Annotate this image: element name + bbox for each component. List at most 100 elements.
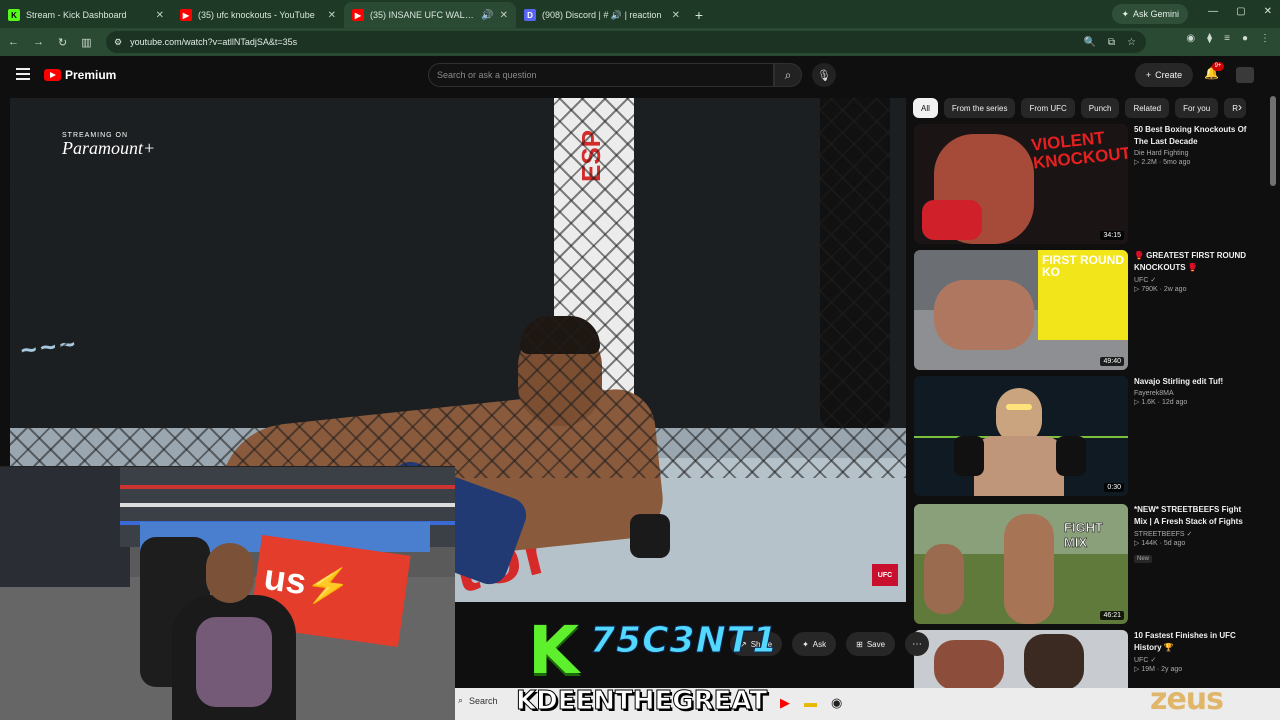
create-label: Create — [1155, 70, 1183, 80]
maximize-icon[interactable]: ▢ — [1236, 6, 1245, 17]
screen: K Stream - Kick Dashboard ✕ ▶ (35) ufc k… — [0, 0, 1280, 720]
chip-more[interactable]: R — [1224, 98, 1246, 118]
fighter-glove — [630, 514, 670, 558]
avatar[interactable] — [1236, 67, 1254, 83]
list-item[interactable]: 0:30 Navajo Stirling edit Tuf! Fayerek8M… — [914, 376, 1264, 496]
minimize-icon[interactable]: — — [1208, 6, 1218, 17]
chevron-right-icon[interactable]: › — [1238, 100, 1242, 114]
video-info: 10 Fastest Finishes in UFC History 🏆 UFC… — [1134, 630, 1252, 673]
gemini-icon: ✦ — [1121, 8, 1129, 19]
video-title[interactable]: 🥊 GREATEST FIRST ROUND KNOCKOUTS 🥊 — [1134, 250, 1252, 274]
obs-icon[interactable]: ◉ — [831, 695, 842, 711]
video-title[interactable]: 10 Fastest Finishes in UFC History 🏆 — [1134, 630, 1252, 654]
channel-name[interactable]: STREETBEEFS ✓ — [1134, 530, 1252, 538]
cam-wall-panel — [0, 467, 130, 587]
cam-shirt-graphic — [196, 617, 272, 707]
taskbar-apps: ▶ ▬ ◉ — [780, 695, 842, 711]
sponsor-watermark: zeus — [1150, 682, 1224, 717]
thumbnail-caption: VIOLENT KNOCKOUTS — [1030, 128, 1128, 173]
profile-icon[interactable]: ● — [1242, 33, 1248, 44]
video-thumbnail[interactable]: FIGHT MIX 46:21 — [914, 504, 1128, 624]
youtube-app-icon[interactable]: ▶ — [780, 695, 790, 711]
tab-youtube-video[interactable]: ▶ (35) INSANE UFC WALK OF 🔊 ✕ — [344, 2, 516, 28]
puzzle-icon[interactable]: ⧫ — [1207, 33, 1212, 44]
install-icon[interactable]: ⧉ — [1108, 37, 1115, 48]
create-button[interactable]: + Create — [1135, 63, 1193, 87]
back-icon[interactable]: ← — [8, 36, 19, 48]
save-button[interactable]: ⊞ Save — [846, 632, 896, 656]
video-title[interactable]: *NEW* STREETBEEFS Fight Mix | A Fresh St… — [1134, 504, 1252, 528]
video-title[interactable]: 50 Best Boxing Knockouts Of The Last Dec… — [1134, 124, 1252, 148]
ask-gemini-button[interactable]: ✦ Ask Gemini — [1112, 4, 1188, 24]
sidebar-icon[interactable]: ▥ — [81, 36, 91, 49]
menu-icon[interactable] — [16, 68, 30, 80]
new-tab-button[interactable]: + — [688, 4, 710, 26]
video-meta: ▷ 144K · 5d ago — [1134, 540, 1186, 547]
taskbar-search[interactable]: ⌕ Search — [458, 695, 498, 706]
extensions-area: ◉ ⧫ ≡ ● ⋮ — [1186, 33, 1270, 44]
video-title[interactable]: Navajo Stirling edit Tuf! — [1134, 376, 1252, 388]
tab-title: (908) Discord | # 🔊 | reaction — [542, 9, 662, 20]
ufc-corner-badge: UFC — [872, 564, 898, 586]
video-thumbnail[interactable]: VIOLENT KNOCKOUTS 34:15 — [914, 124, 1128, 244]
folder-icon[interactable]: ▬ — [804, 695, 817, 711]
ask-gemini-label: Ask Gemini — [1132, 9, 1179, 19]
tab-youtube-search[interactable]: ▶ (35) ufc knockouts - YouTube ✕ — [172, 2, 344, 28]
chip-related[interactable]: Related — [1125, 98, 1170, 118]
list-item[interactable]: FIRST ROUND KO 49:40 🥊 GREATEST FIRST RO… — [914, 250, 1264, 370]
youtube-icon: ▶ — [180, 9, 192, 21]
webcam-overlay: us⚡ — [0, 466, 455, 720]
chip-from-ufc[interactable]: From UFC — [1021, 98, 1075, 118]
chip-for-you[interactable]: For you — [1175, 98, 1219, 118]
window-controls: — ▢ ✕ — [1208, 6, 1272, 17]
youtube-logo[interactable]: Premium — [44, 68, 116, 82]
list-item[interactable]: VIOLENT KNOCKOUTS 34:15 50 Best Boxing K… — [914, 124, 1264, 244]
close-window-icon[interactable]: ✕ — [1264, 6, 1272, 17]
close-tab-icon[interactable]: ✕ — [672, 10, 680, 21]
thumbnail-glove — [954, 436, 984, 476]
more-options-icon[interactable]: ⋯ — [905, 632, 930, 656]
cam-streamer-head — [206, 543, 254, 603]
close-tab-icon[interactable]: ✕ — [156, 10, 164, 21]
plus-icon: + — [1145, 70, 1152, 80]
browser-tab-strip: K Stream - Kick Dashboard ✕ ▶ (35) ufc k… — [0, 0, 1280, 28]
channel-name[interactable]: UFC ✓ — [1134, 276, 1252, 284]
chip-punch[interactable]: Punch — [1080, 98, 1120, 118]
channel-name[interactable]: Fayerek8MA — [1134, 390, 1252, 397]
extension-icon[interactable]: ◉ — [1186, 33, 1195, 44]
search-input[interactable]: Search or ask a question — [428, 63, 774, 87]
notification-badge: 9+ — [1212, 62, 1224, 71]
video-thumbnail[interactable]: 0:30 — [914, 376, 1128, 496]
tab-discord[interactable]: D (908) Discord | # 🔊 | reaction ✕ — [516, 2, 688, 28]
thumbnail-caption: FIRST ROUND KO — [1042, 253, 1124, 279]
new-badge: New — [1134, 555, 1153, 563]
close-tab-icon[interactable]: ✕ — [328, 10, 336, 21]
chip-from-the-series[interactable]: From the series — [943, 98, 1016, 118]
tab-kick-dashboard[interactable]: K Stream - Kick Dashboard ✕ — [0, 2, 172, 28]
chip-all[interactable]: All — [913, 98, 938, 118]
video-thumbnail[interactable]: FIRST ROUND KO 49:40 — [914, 250, 1128, 370]
media-icon[interactable]: ≡ — [1224, 33, 1230, 44]
microphone-icon[interactable]: 🎙 — [812, 63, 836, 87]
cam-rope — [120, 485, 455, 489]
close-tab-icon[interactable]: ✕ — [500, 10, 508, 21]
video-info: 50 Best Boxing Knockouts Of The Last Dec… — [1134, 124, 1252, 166]
tab-title: (35) ufc knockouts - YouTube — [198, 10, 315, 20]
audio-icon[interactable]: 🔊 — [481, 10, 493, 21]
bookmark-star-icon[interactable]: ☆ — [1127, 37, 1136, 48]
zoom-icon[interactable]: 🔍 — [1083, 37, 1095, 48]
search-icon[interactable]: ⌕ — [774, 63, 802, 87]
url-text: youtube.com/watch?v=atllNTadjSA&t=35s — [130, 37, 298, 47]
reload-icon[interactable]: ↻ — [58, 36, 67, 49]
ask-button[interactable]: ✦ Ask — [792, 632, 837, 656]
forward-icon[interactable]: → — [33, 36, 44, 48]
scrollbar[interactable] — [1270, 96, 1276, 186]
menu-dots-icon[interactable]: ⋮ — [1260, 33, 1270, 44]
list-item[interactable]: FIGHT MIX 46:21 *NEW* STREETBEEFS Fight … — [914, 504, 1264, 624]
address-bar[interactable]: ⚙ youtube.com/watch?v=atllNTadjSA&t=35s … — [106, 31, 1146, 53]
cam-rope — [120, 503, 455, 507]
site-info-icon[interactable]: ⚙ — [114, 37, 122, 48]
kick-logo-overlay: K — [528, 612, 580, 689]
channel-name[interactable]: UFC ✓ — [1134, 656, 1252, 664]
channel-name[interactable]: Die Hard Fighting — [1134, 150, 1252, 157]
